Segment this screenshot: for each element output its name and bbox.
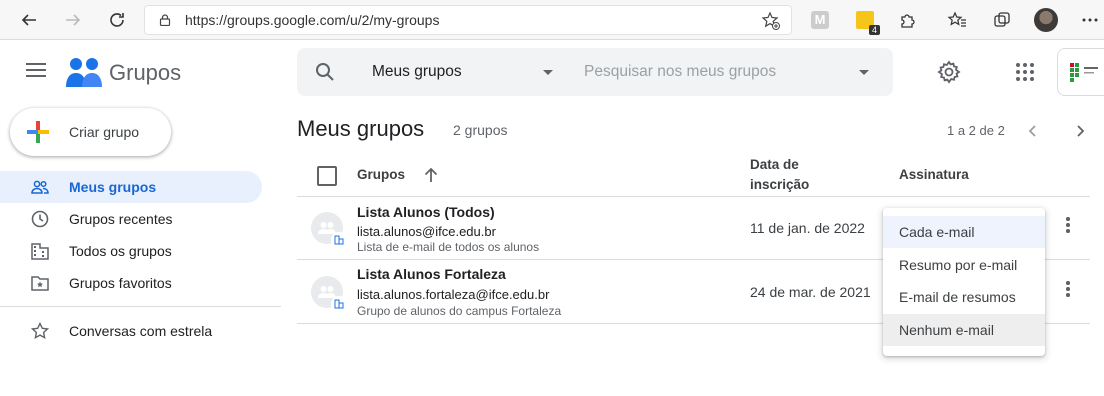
search-input[interactable]: Pesquisar nos meus grupos <box>572 48 882 96</box>
group-email: lista.alunos@ifce.edu.br <box>357 224 496 239</box>
organization-logo <box>1070 63 1098 82</box>
group-name[interactable]: Lista Alunos (Todos) <box>357 204 495 220</box>
extension-badge: 4 <box>868 25 880 35</box>
main-menu-icon[interactable] <box>26 63 46 81</box>
sidebar-item-label: Todos os grupos <box>69 243 172 259</box>
group-name[interactable]: Lista Alunos Fortaleza <box>357 266 506 282</box>
sort-arrow-up-icon[interactable] <box>422 166 440 184</box>
lock-icon <box>159 14 171 26</box>
account-switcher[interactable] <box>1057 48 1104 96</box>
pagination-label: 1 a 2 de 2 <box>947 123 1005 138</box>
people-icon <box>31 180 49 194</box>
column-header-date-line1: Data de <box>750 157 799 172</box>
forward-icon[interactable] <box>60 7 86 33</box>
building-icon <box>31 243 49 260</box>
menu-item-no-email[interactable]: Nenhum e-mail <box>883 314 1045 346</box>
search-scope-label: Meus grupos <box>372 63 462 80</box>
sidebar-item-label: Meus grupos <box>69 179 157 195</box>
search-scope-select[interactable]: Meus grupos <box>357 48 567 96</box>
group-email: lista.alunos.fortaleza@ifce.edu.br <box>357 287 550 302</box>
join-date: 24 de mar. de 2021 <box>750 284 871 300</box>
page-title: Meus grupos <box>297 116 425 141</box>
plus-icon <box>27 121 49 143</box>
sidebar-divider <box>0 306 281 307</box>
column-header-subscription: Assinatura <box>899 167 969 182</box>
chevron-left-icon[interactable] <box>1026 124 1040 138</box>
create-group-label: Criar grupo <box>69 124 140 140</box>
group-description: Lista de e-mail de todos os alunos <box>357 240 540 254</box>
settings-gear-icon[interactable] <box>937 60 961 84</box>
group-avatar <box>311 212 347 248</box>
chevron-right-icon[interactable] <box>1073 124 1087 138</box>
organization-badge-icon <box>331 232 347 248</box>
menu-item-each-email[interactable]: Cada e-mail <box>883 216 1045 248</box>
organization-badge-icon <box>331 296 347 312</box>
search-placeholder: Pesquisar nos meus grupos <box>584 63 777 80</box>
url-text: https://groups.google.com/u/2/my-groups <box>185 12 440 28</box>
apps-grid-icon[interactable] <box>1015 62 1035 82</box>
menu-item-email-summary[interactable]: Resumo por e-mail <box>883 249 1045 281</box>
search-icon[interactable] <box>315 62 335 82</box>
more-vert-icon[interactable] <box>1060 215 1076 235</box>
browser-toolbar: https://groups.google.com/u/2/my-groups … <box>0 0 1104 40</box>
group-description: Grupo de alunos do campus Fortaleza <box>357 304 562 318</box>
extensions-puzzle-icon[interactable] <box>896 8 920 32</box>
search-bar: Meus grupos Pesquisar nos meus grupos <box>297 48 893 96</box>
column-header-date-line2: inscrição <box>750 177 810 192</box>
join-date: 11 de jan. de 2022 <box>750 220 865 236</box>
select-all-checkbox[interactable] <box>317 166 337 186</box>
menu-item-digest[interactable]: E-mail de resumos <box>883 281 1045 313</box>
sidebar-item-my-groups[interactable]: Meus grupos <box>0 171 262 203</box>
more-vert-icon[interactable] <box>1060 279 1076 299</box>
refresh-icon[interactable] <box>104 7 130 33</box>
app-title: Grupos <box>109 60 182 85</box>
column-header-groups[interactable]: Grupos <box>357 165 405 185</box>
sidebar-item-recent-groups[interactable]: Grupos recentes <box>0 203 262 235</box>
collections-icon[interactable] <box>990 8 1014 32</box>
sidebar-item-all-groups[interactable]: Todos os grupos <box>0 235 262 267</box>
profile-avatar[interactable] <box>1034 8 1058 32</box>
search-options-icon[interactable] <box>859 70 869 75</box>
sidebar-item-label: Grupos favoritos <box>69 275 172 291</box>
subscription-menu: Cada e-mail Resumo por e-mail E-mail de … <box>883 208 1045 356</box>
group-avatar <box>311 276 347 312</box>
create-group-button[interactable]: Criar grupo <box>10 108 171 156</box>
more-menu-icon[interactable] <box>1078 8 1102 32</box>
favorite-add-icon[interactable] <box>761 11 781 31</box>
extension-notes-icon[interactable]: 4 <box>853 8 880 35</box>
clock-icon <box>31 210 49 228</box>
sidebar-item-label: Grupos recentes <box>69 211 173 227</box>
favorites-icon[interactable] <box>945 8 969 32</box>
sidebar-item-label: Conversas com estrela <box>69 323 213 339</box>
extension-m-icon[interactable]: M <box>808 8 832 32</box>
chevron-down-icon <box>543 70 553 75</box>
groups-logo <box>66 58 102 87</box>
address-bar[interactable]: https://groups.google.com/u/2/my-groups <box>144 5 792 35</box>
group-count: 2 grupos <box>453 122 508 138</box>
back-icon[interactable] <box>16 7 42 33</box>
star-icon <box>31 322 49 340</box>
star-folder-icon <box>31 276 49 291</box>
sidebar-item-starred-conversations[interactable]: Conversas com estrela <box>0 315 262 347</box>
sidebar-item-favorite-groups[interactable]: Grupos favoritos <box>0 267 262 299</box>
